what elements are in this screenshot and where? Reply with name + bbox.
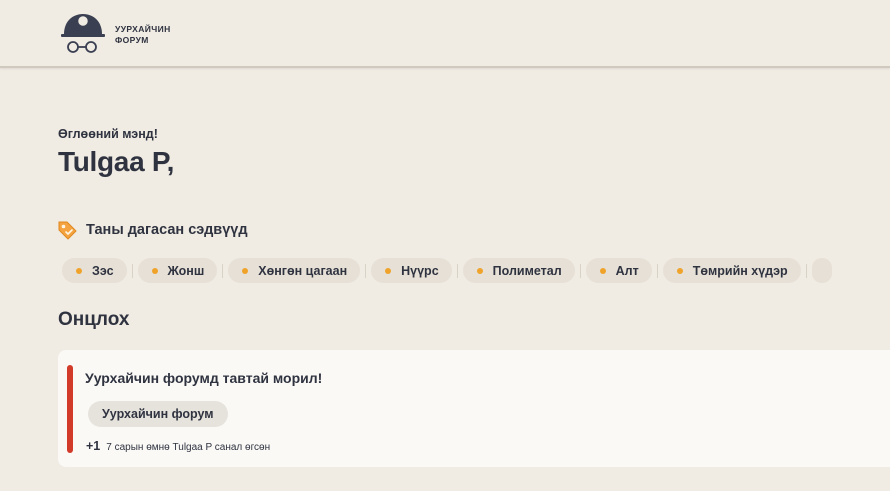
topic-chip-partial[interactable] <box>811 258 832 283</box>
topic-chip[interactable]: Төмрийн хүдэр <box>662 258 801 283</box>
topic-chip[interactable]: Алт <box>585 258 652 283</box>
post-title[interactable]: Уурхайчин форумд тавтай морил! <box>85 370 322 386</box>
chip-divider <box>222 263 224 278</box>
username-heading: Tulgaa P, <box>58 146 175 177</box>
greeting-text: Өглөөний мэнд! <box>58 127 158 141</box>
miner-helmet-glasses-icon <box>61 14 105 53</box>
logo-line1: УУРХАЙЧИН <box>115 24 171 34</box>
followed-topics-title: Таны дагасан сэдвүүд <box>86 222 248 238</box>
dot-icon <box>476 267 483 274</box>
chip-divider <box>456 263 458 278</box>
featured-post-card[interactable]: Уурхайчин форумд тавтай морил! Уурхайчин… <box>58 350 890 467</box>
topic-chip-label: Зэс <box>92 263 114 278</box>
topic-chip-list: Зэс Жонш Хөнгөн цагаан Нүүрс Полиметал А… <box>62 258 832 283</box>
post-activity-text: 7 сарын өмнө Tulgaa P санал өгсөн <box>106 442 271 453</box>
topic-chip[interactable]: Хөнгөн цагаан <box>228 258 361 283</box>
dot-icon <box>676 267 683 274</box>
post-accent-bar <box>67 365 73 453</box>
post-meta: +1 7 сарын өмнө Tulgaa P санал өгсөн <box>86 439 270 453</box>
chip-divider <box>805 263 807 278</box>
logo-line2: ФОРУМ <box>115 35 149 45</box>
topic-chip[interactable]: Нүүрс <box>371 258 452 283</box>
chip-divider <box>656 263 658 278</box>
tag-icon <box>58 221 77 240</box>
dot-icon <box>76 267 82 274</box>
chip-divider <box>579 263 581 278</box>
topic-chip-label: Төмрийн хүдэр <box>692 263 788 278</box>
post-category-badge[interactable]: Уурхайчин форум <box>88 401 228 427</box>
topic-chip[interactable]: Полиметал <box>462 258 575 283</box>
dot-icon <box>151 267 158 274</box>
dot-icon <box>242 267 249 274</box>
topic-chip-label: Жонш <box>167 263 205 278</box>
topic-chip[interactable]: Жонш <box>137 258 218 283</box>
topic-chip-label: Полиметал <box>492 263 562 278</box>
followed-topics-header: Таны дагасан сэдвүүд <box>56 219 248 241</box>
logo-wordmark: УУРХАЙЧИН ФОРУМ <box>115 24 171 46</box>
site-logo[interactable]: УУРХАЙЧИН ФОРУМ <box>58 10 171 56</box>
dot-icon <box>385 267 392 274</box>
topic-chip[interactable]: Зэс <box>62 258 127 283</box>
topic-chip-label: Алт <box>615 263 639 278</box>
featured-section-title: Онцлох <box>58 309 130 330</box>
chip-divider <box>365 263 367 278</box>
topic-chip-label: Нүүрс <box>401 263 439 278</box>
topic-chip-label: Хөнгөн цагаан <box>258 263 348 278</box>
dot-icon <box>599 267 606 274</box>
top-header: УУРХАЙЧИН ФОРУМ <box>0 0 890 68</box>
vote-count: +1 <box>86 439 101 453</box>
chip-divider <box>131 263 133 278</box>
